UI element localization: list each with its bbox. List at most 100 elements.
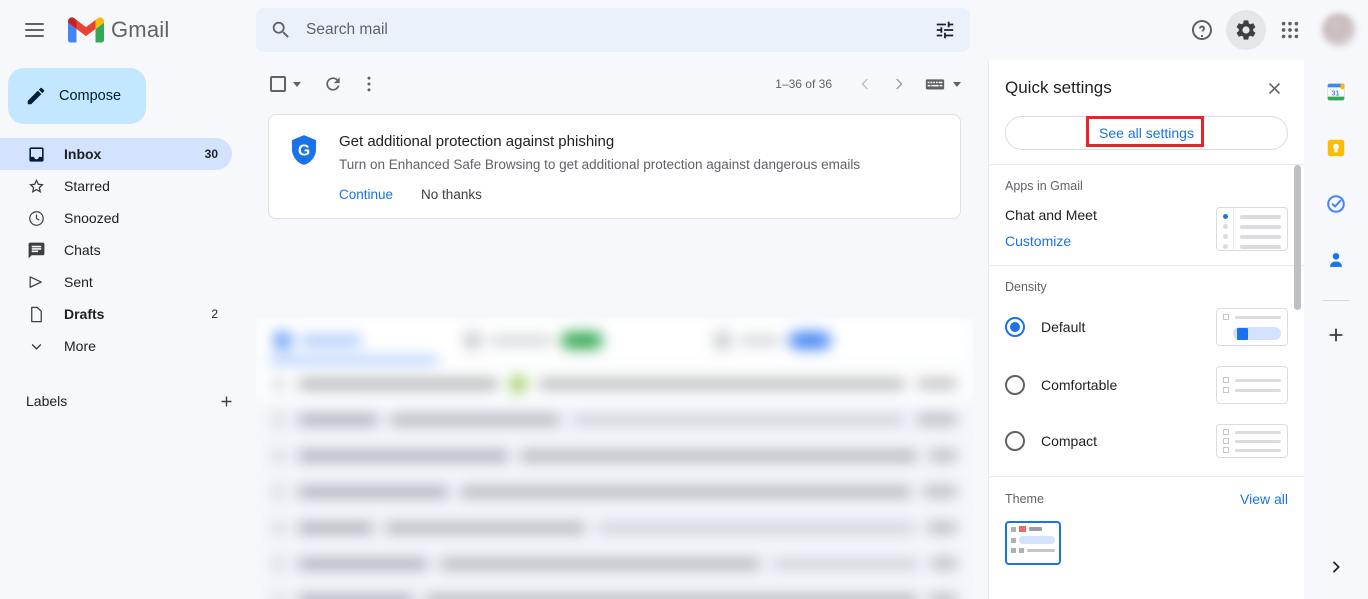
inbox-category-tabs[interactable]	[256, 318, 973, 362]
theme-section-header: Theme View all	[1005, 491, 1288, 507]
radio-default[interactable]	[1005, 317, 1025, 337]
next-page-button[interactable]	[882, 67, 916, 101]
sidebar-item-label: Sent	[64, 274, 93, 290]
sidebar-item-sent[interactable]: Sent	[0, 266, 232, 298]
chevron-down-icon	[293, 81, 301, 87]
hamburger-menu-icon	[1011, 526, 1016, 532]
email-list-blurred[interactable]	[256, 318, 973, 599]
sidebar-item-count: 2	[211, 307, 218, 321]
sidebar-item-starred[interactable]: Starred	[0, 170, 232, 202]
table-row[interactable]	[256, 510, 973, 546]
sidebar-item-label: More	[64, 338, 96, 354]
inbox-icon	[274, 331, 291, 349]
checkbox-icon	[270, 76, 286, 92]
settings-button[interactable]	[1226, 10, 1266, 50]
table-row[interactable]	[256, 474, 973, 510]
search-icon	[272, 21, 289, 38]
theme-thumbnail-selected[interactable]	[1005, 521, 1061, 565]
help-button[interactable]	[1182, 10, 1222, 50]
see-all-settings-button[interactable]: See all settings	[1005, 116, 1288, 150]
gmail-logo[interactable]: Gmail	[68, 16, 169, 44]
inbox-icon	[26, 145, 46, 164]
refresh-button[interactable]	[315, 66, 351, 102]
svg-text:G: G	[298, 143, 310, 160]
quick-settings-scrollbar[interactable]	[1294, 165, 1301, 310]
sidebar-item-chats[interactable]: Chats	[0, 234, 232, 266]
radio-comfortable[interactable]	[1005, 375, 1025, 395]
google-shield-icon: G	[291, 135, 317, 165]
sidebar-item-label: Inbox	[64, 146, 102, 162]
social-badge	[789, 331, 831, 349]
theme-section: Theme View all	[989, 477, 1304, 579]
density-option-compact[interactable]: Compact	[1005, 424, 1288, 458]
svg-text:31: 31	[1331, 89, 1339, 98]
view-all-themes-link[interactable]: View all	[1240, 491, 1288, 507]
more-options-button[interactable]	[351, 66, 387, 102]
google-keep-button[interactable]	[1316, 128, 1356, 168]
table-row[interactable]	[256, 402, 973, 438]
send-icon	[26, 273, 46, 292]
sidebar-nav: Inbox 30 Starred Snoozed Chats Sent Draf…	[0, 138, 256, 362]
sidebar-item-drafts[interactable]: Drafts 2	[0, 298, 232, 330]
google-keep-icon	[1327, 139, 1345, 157]
no-thanks-link[interactable]: No thanks	[421, 187, 482, 202]
banner-body: Turn on Enhanced Safe Browsing to get ad…	[339, 157, 861, 172]
pagination-range: 1–36 of 36	[775, 77, 832, 91]
close-panel-button[interactable]	[1258, 72, 1290, 104]
chevron-left-icon	[861, 78, 868, 90]
search-input[interactable]	[306, 21, 934, 39]
tab-primary[interactable]	[274, 318, 464, 362]
gmail-logo-icon	[1019, 526, 1026, 532]
table-row[interactable]	[256, 582, 973, 599]
table-row[interactable]	[256, 546, 973, 582]
input-tools-button[interactable]	[924, 75, 961, 93]
density-option-comfortable[interactable]: Comfortable	[1005, 366, 1288, 404]
refresh-icon	[326, 77, 340, 91]
pencil-compose-icon	[27, 87, 45, 105]
customize-link[interactable]: Customize	[1005, 233, 1071, 249]
google-contacts-icon	[1330, 253, 1342, 267]
density-option-label: Compact	[1041, 433, 1098, 449]
see-all-settings-wrap: See all settings	[989, 116, 1304, 150]
expand-side-panel-button[interactable]	[1322, 553, 1350, 581]
labels-section-header: Labels	[0, 384, 256, 418]
sidebar-item-snoozed[interactable]: Snoozed	[0, 202, 232, 234]
divider	[1322, 300, 1350, 301]
density-option-label: Default	[1041, 319, 1086, 335]
table-row[interactable]	[256, 366, 973, 402]
sidebar-item-label: Starred	[64, 178, 110, 194]
density-option-default[interactable]: Default	[1005, 308, 1288, 346]
tab-promotions[interactable]	[464, 318, 714, 362]
sidebar-item-more[interactable]: More	[0, 330, 232, 362]
user-avatar[interactable]	[1322, 13, 1356, 47]
google-calendar-button[interactable]: 31	[1316, 72, 1356, 112]
plus-add-ons-icon	[1329, 328, 1343, 342]
top-header-bar: Gmail	[0, 0, 1368, 60]
chevron-down-icon	[953, 81, 961, 87]
tab-social[interactable]	[714, 318, 944, 362]
density-section-title: Density	[1005, 280, 1047, 294]
search-bar[interactable]	[256, 8, 970, 52]
hamburger-menu-icon[interactable]	[14, 10, 54, 50]
continue-link[interactable]: Continue	[339, 187, 393, 202]
radio-compact[interactable]	[1005, 431, 1025, 451]
table-row[interactable]	[256, 438, 973, 474]
promotions-badge	[561, 331, 603, 349]
select-all-checkbox[interactable]	[270, 76, 301, 92]
close-x-icon	[1268, 82, 1280, 94]
left-sidebar: Compose Inbox 30 Starred Snoozed Chats S…	[0, 60, 256, 599]
chat-and-meet-row: Chat and Meet Customize	[1005, 207, 1288, 251]
previous-page-button[interactable]	[848, 67, 882, 101]
phishing-protection-banner: G Get additional protection against phis…	[268, 114, 961, 219]
sidebar-item-inbox[interactable]: Inbox 30	[0, 138, 232, 170]
google-apps-button[interactable]	[1270, 10, 1310, 50]
google-contacts-button[interactable]	[1316, 240, 1356, 280]
active-tab-indicator	[270, 358, 438, 362]
compose-button[interactable]: Compose	[8, 68, 146, 124]
plus-icon[interactable]	[216, 391, 236, 411]
more-vertical-icon	[367, 76, 371, 92]
google-tasks-button[interactable]	[1316, 184, 1356, 224]
tune-filter-icon[interactable]	[934, 19, 956, 41]
chat-meet-preview-thumbnail	[1216, 207, 1288, 251]
add-ons-button[interactable]	[1316, 315, 1356, 355]
